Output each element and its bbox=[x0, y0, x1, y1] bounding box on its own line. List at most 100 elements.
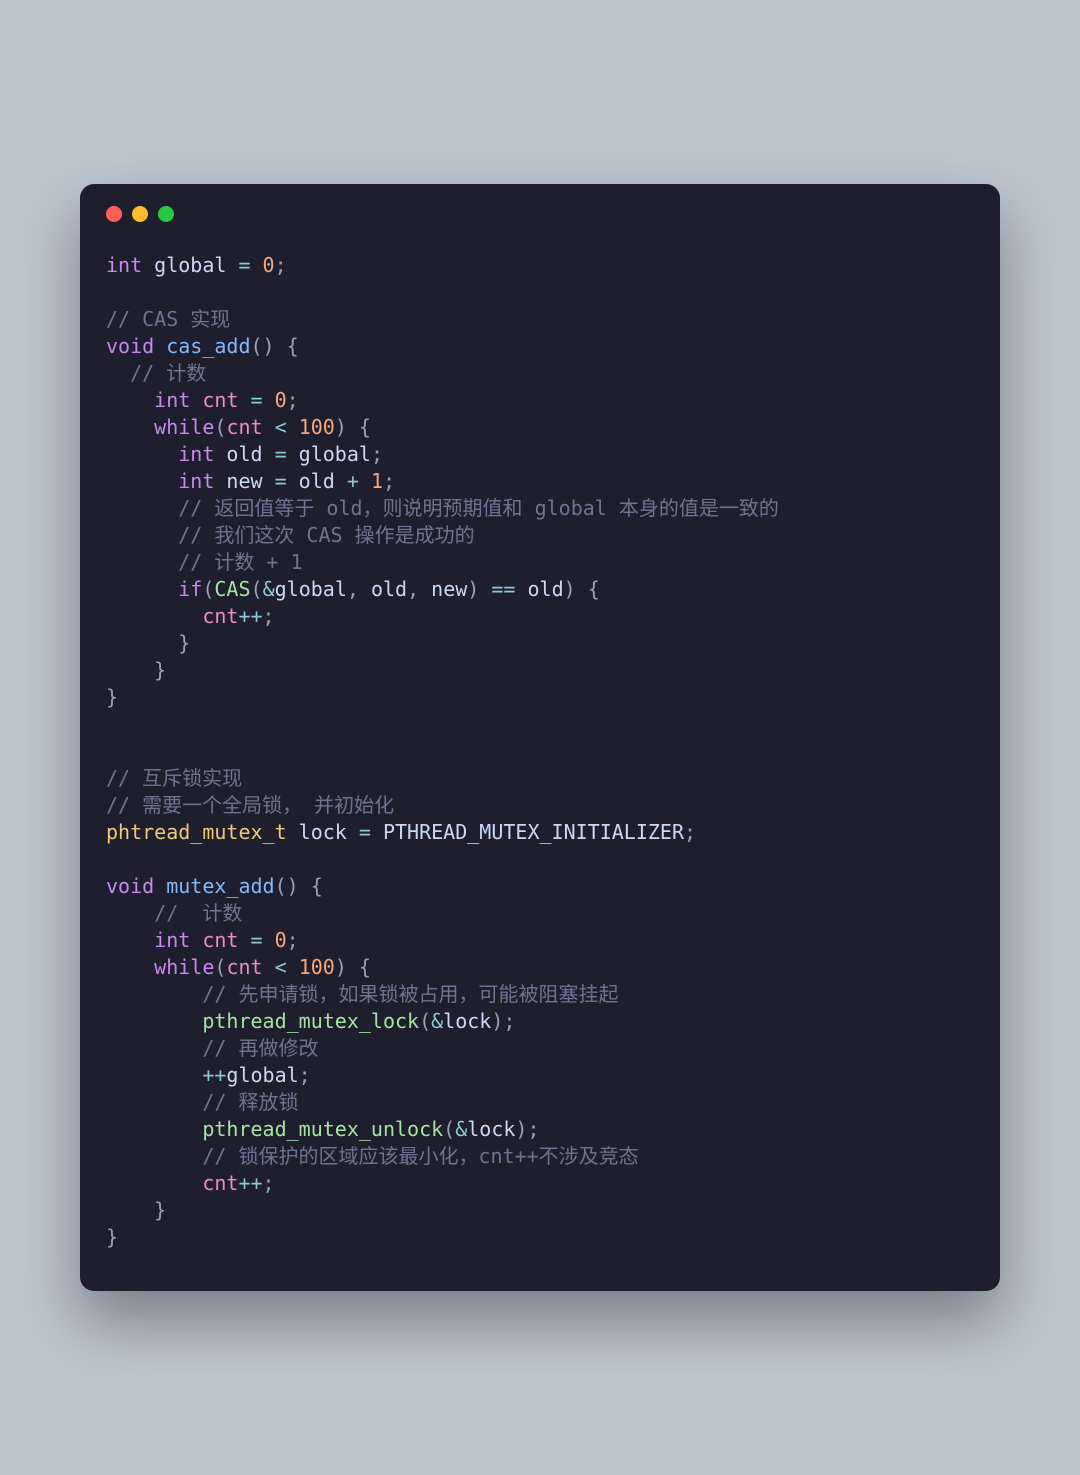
token-punc: ) { bbox=[335, 415, 371, 439]
code-line: // 锁保护的区域应该最小化，cnt++不涉及竞态 bbox=[106, 1143, 974, 1170]
token-num: 0 bbox=[263, 388, 287, 412]
token-var bbox=[106, 604, 202, 628]
token-fn: cas_add bbox=[154, 334, 250, 358]
token-var: new bbox=[431, 577, 467, 601]
maximize-icon[interactable] bbox=[158, 206, 174, 222]
token-op: + bbox=[335, 469, 371, 493]
code-line: cnt++; bbox=[106, 603, 974, 630]
token-ident: cnt bbox=[190, 928, 238, 952]
token-ident: cnt bbox=[226, 955, 262, 979]
token-op: & bbox=[263, 577, 275, 601]
code-line bbox=[106, 846, 974, 873]
token-var bbox=[106, 1117, 202, 1141]
token-cm: // 释放锁 bbox=[106, 1090, 298, 1114]
code-line: int old = global; bbox=[106, 441, 974, 468]
code-line: pthread_mutex_unlock(&lock); bbox=[106, 1116, 974, 1143]
token-punc: ; bbox=[287, 928, 299, 952]
token-punc: ; bbox=[383, 469, 395, 493]
token-kw: int bbox=[178, 469, 214, 493]
token-cm: // 计数 bbox=[106, 901, 242, 925]
code-line: while(cnt < 100) { bbox=[106, 414, 974, 441]
token-kw: void bbox=[106, 334, 154, 358]
token-kw: int bbox=[178, 442, 214, 466]
close-icon[interactable] bbox=[106, 206, 122, 222]
token-ident: cnt bbox=[202, 604, 238, 628]
code-line: ++global; bbox=[106, 1062, 974, 1089]
code-window: int global = 0; // CAS 实现void cas_add() … bbox=[80, 184, 1000, 1291]
token-op: = bbox=[347, 820, 371, 844]
code-line: cnt++; bbox=[106, 1170, 974, 1197]
token-var: lock bbox=[287, 820, 347, 844]
code-line: // 再做修改 bbox=[106, 1035, 974, 1062]
token-punc: ( bbox=[214, 415, 226, 439]
token-punc: ; bbox=[263, 604, 275, 628]
code-line: // 我们这次 CAS 操作是成功的 bbox=[106, 522, 974, 549]
code-line: void cas_add() { bbox=[106, 333, 974, 360]
token-cm: // 我们这次 CAS 操作是成功的 bbox=[106, 523, 475, 547]
token-var bbox=[106, 469, 178, 493]
token-var: global bbox=[287, 442, 371, 466]
code-line: } bbox=[106, 657, 974, 684]
token-cm: // CAS 实现 bbox=[106, 307, 230, 331]
token-var bbox=[106, 1171, 202, 1195]
token-cm: // 返回值等于 old，则说明预期值和 global 本身的值是一致的 bbox=[106, 496, 779, 520]
token-var: new bbox=[214, 469, 262, 493]
token-op: ++ bbox=[238, 604, 262, 628]
token-num: 0 bbox=[251, 253, 275, 277]
token-num: 100 bbox=[299, 955, 335, 979]
code-line: pthread_mutex_lock(&lock); bbox=[106, 1008, 974, 1035]
token-op: < bbox=[263, 955, 299, 979]
code-line: // 互斥锁实现 bbox=[106, 765, 974, 792]
token-var bbox=[106, 1009, 202, 1033]
token-cm: // 计数 + 1 bbox=[106, 550, 303, 574]
token-punc: } bbox=[106, 685, 118, 709]
token-cm: // 计数 bbox=[106, 361, 206, 385]
token-punc: } bbox=[106, 631, 190, 655]
token-kw: while bbox=[154, 955, 214, 979]
token-punc: , bbox=[347, 577, 371, 601]
code-line: int cnt = 0; bbox=[106, 387, 974, 414]
token-op: == bbox=[479, 577, 527, 601]
token-punc: ; bbox=[287, 388, 299, 412]
minimize-icon[interactable] bbox=[132, 206, 148, 222]
token-punc: ) bbox=[467, 577, 479, 601]
code-line bbox=[106, 279, 974, 306]
token-call: pthread_mutex_lock bbox=[202, 1009, 419, 1033]
token-var bbox=[106, 577, 178, 601]
code-line: // 返回值等于 old，则说明预期值和 global 本身的值是一致的 bbox=[106, 495, 974, 522]
token-kw: while bbox=[154, 415, 214, 439]
token-op: = bbox=[238, 928, 262, 952]
code-line: // 需要一个全局锁， 并初始化 bbox=[106, 792, 974, 819]
token-var: global bbox=[142, 253, 226, 277]
token-cm: // 锁保护的区域应该最小化，cnt++不涉及竞态 bbox=[106, 1144, 639, 1168]
code-line: // CAS 实现 bbox=[106, 306, 974, 333]
token-punc: ( bbox=[419, 1009, 431, 1033]
code-line: void mutex_add() { bbox=[106, 873, 974, 900]
token-kw: void bbox=[106, 874, 154, 898]
code-line: int cnt = 0; bbox=[106, 927, 974, 954]
code-line: if(CAS(&global, old, new) == old) { bbox=[106, 576, 974, 603]
code-line: while(cnt < 100) { bbox=[106, 954, 974, 981]
token-call: CAS bbox=[214, 577, 250, 601]
token-fn: mutex_add bbox=[154, 874, 274, 898]
token-num: 100 bbox=[299, 415, 335, 439]
token-punc: ) { bbox=[564, 577, 600, 601]
token-punc: } bbox=[106, 658, 166, 682]
code-line: } bbox=[106, 630, 974, 657]
token-var: old bbox=[528, 577, 564, 601]
titlebar bbox=[80, 184, 1000, 232]
code-line bbox=[106, 711, 974, 738]
token-type: phtread_mutex_t bbox=[106, 820, 287, 844]
token-op: ++ bbox=[238, 1171, 262, 1195]
code-line: // 计数 bbox=[106, 900, 974, 927]
token-op: & bbox=[455, 1117, 467, 1141]
token-var bbox=[106, 928, 154, 952]
token-punc: ; bbox=[299, 1063, 311, 1087]
code-line: // 计数 + 1 bbox=[106, 549, 974, 576]
token-punc: ( bbox=[214, 955, 226, 979]
token-punc: ; bbox=[684, 820, 696, 844]
token-punc: () { bbox=[251, 334, 299, 358]
token-punc: , bbox=[407, 577, 431, 601]
token-punc: ; bbox=[275, 253, 287, 277]
token-var: global bbox=[275, 577, 347, 601]
